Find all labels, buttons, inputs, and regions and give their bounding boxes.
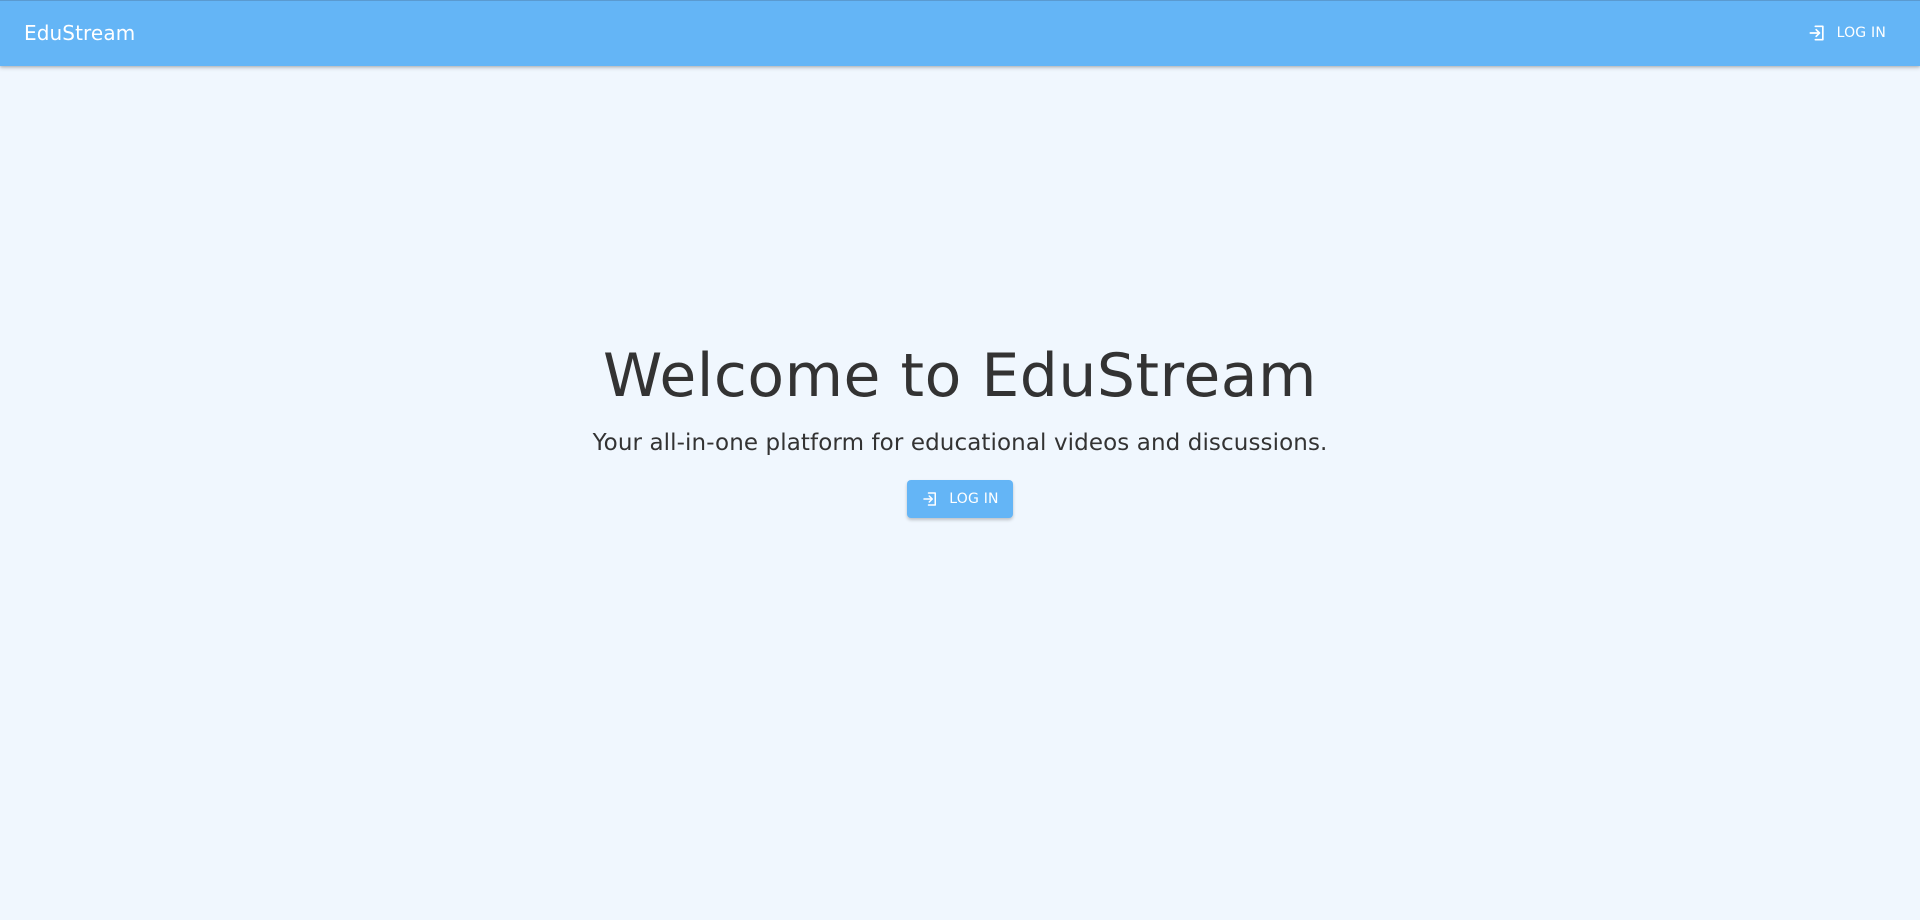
hero-subtitle: Your all-in-one platform for educational… bbox=[592, 430, 1328, 456]
header-login-label: LOG IN bbox=[1836, 25, 1886, 41]
header-login-button[interactable]: LOG IN bbox=[1797, 15, 1896, 51]
login-icon bbox=[1807, 23, 1827, 43]
brand-title[interactable]: EduStream bbox=[24, 1, 135, 65]
hero-login-button[interactable]: LOG IN bbox=[907, 480, 1013, 518]
hero-title: Welcome to EduStream bbox=[603, 341, 1317, 411]
hero-section: Welcome to EduStream Your all-in-one pla… bbox=[0, 336, 1920, 518]
hero-login-label: LOG IN bbox=[949, 491, 999, 507]
login-icon bbox=[921, 490, 939, 508]
app-bar: EduStream LOG IN bbox=[0, 0, 1920, 66]
